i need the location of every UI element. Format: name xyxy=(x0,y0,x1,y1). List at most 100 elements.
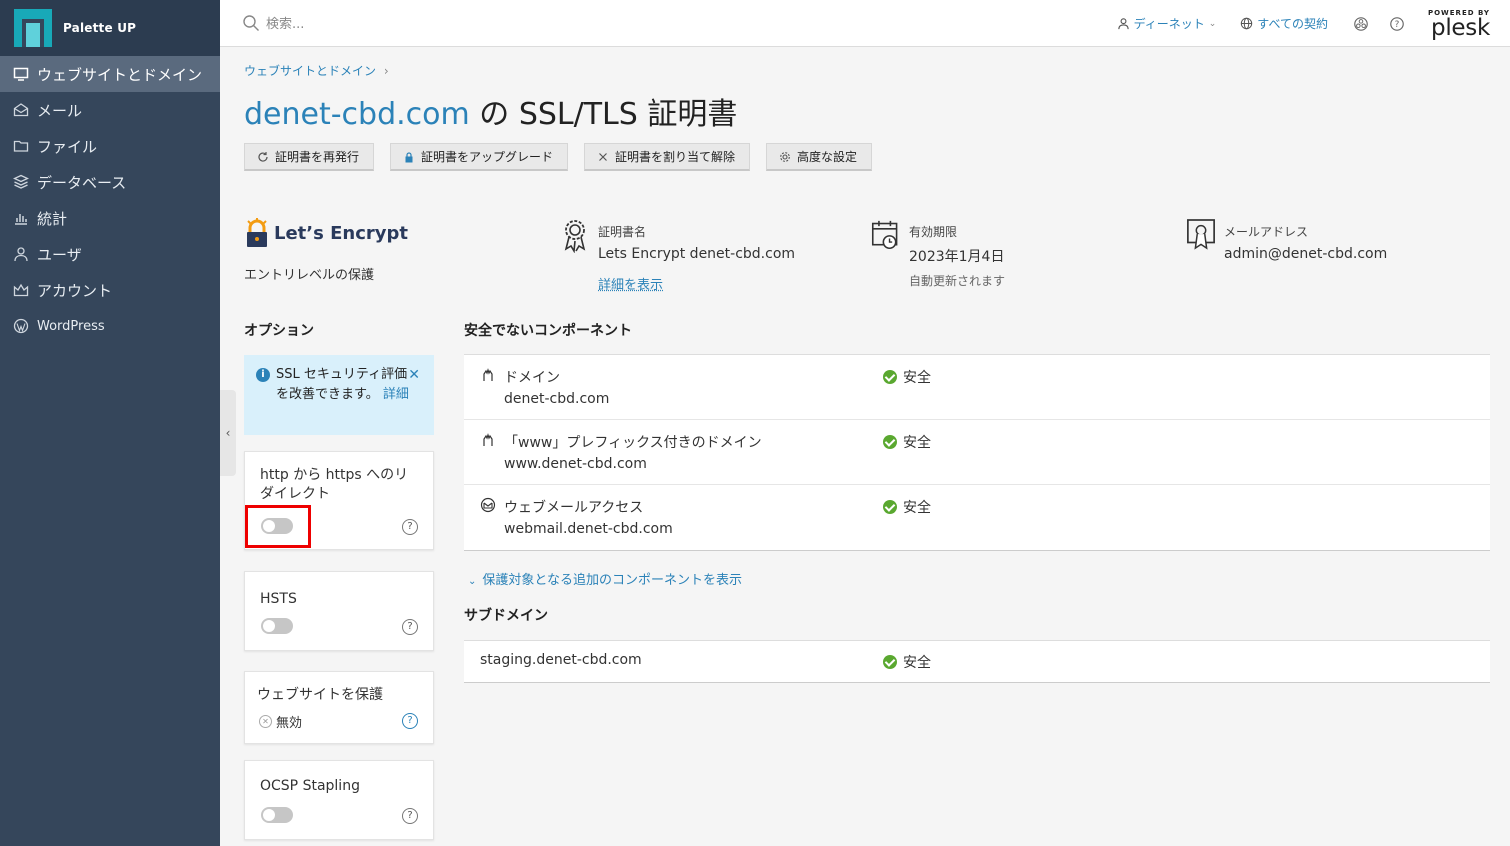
sidebar-item-files[interactable]: ファイル xyxy=(0,128,220,164)
sidebar-item-label: ウェブサイトとドメイン xyxy=(37,65,203,84)
component-name: 「www」プレフィックス付きのドメイン xyxy=(504,435,762,451)
lets-encrypt-lock-icon xyxy=(247,218,267,247)
cert-name-block: 証明書名 Lets Encrypt denet-cbd.com 詳細を表示 xyxy=(560,217,795,293)
account-icon xyxy=(12,282,29,299)
protect-website-status: ✕ 無効 xyxy=(259,712,302,731)
sidebar-item-label: データベース xyxy=(37,173,127,192)
hsts-toggle[interactable] xyxy=(261,618,293,634)
component-host: denet-cbd.com xyxy=(504,391,610,407)
alert-details-link[interactable]: 詳細 xyxy=(383,387,409,402)
chevron-down-icon: ⌄ xyxy=(468,576,477,587)
provider-level: エントリレベルの保護 xyxy=(244,268,375,283)
breadcrumb[interactable]: ウェブサイトとドメイン › xyxy=(244,62,389,79)
certificate-document-icon xyxy=(1186,217,1216,253)
ocsp-toggle[interactable] xyxy=(261,807,293,823)
sidebar-item-label: メール xyxy=(37,101,83,120)
ssl-rating-alert: i SSL セキュリティ評価を改善できます。 詳細 ✕ xyxy=(244,355,434,435)
show-details-link[interactable]: 詳細を表示 xyxy=(598,274,795,293)
brand-name: Palette UP xyxy=(63,21,137,35)
page-title: denet-cbd.com の SSL/TLS 証明書 xyxy=(244,89,737,133)
chevron-right-icon: › xyxy=(383,64,389,78)
chevron-left-icon: ‹ xyxy=(225,426,231,440)
component-name: ドメイン xyxy=(504,370,560,386)
expiry-block: 有効期限 2023年1月4日 自動更新されます xyxy=(871,217,1005,289)
sidebar-item-account[interactable]: アカウント xyxy=(0,272,220,308)
stats-icon xyxy=(12,210,29,227)
user-icon xyxy=(1117,18,1129,30)
expiry-value: 2023年1月4日 xyxy=(909,249,1005,265)
wordpress-icon xyxy=(12,318,29,335)
brand[interactable]: Palette UP xyxy=(0,0,220,56)
show-more-label: 保護対象となる追加のコンポーネントを表示 xyxy=(482,573,743,588)
certificate-info: Let’s Encrypt エントリレベルの保護 証明書名 Lets Encry… xyxy=(244,217,1494,297)
unassign-label: 証明書を割り当て解除 xyxy=(615,150,736,164)
folder-icon xyxy=(12,138,29,155)
topbar: 検索... ディーネット ⌄ すべての契約 ? POWERED BY plesk xyxy=(220,0,1510,47)
table-row: ウェブメールアクセス webmail.denet-cbd.com 安全 xyxy=(464,485,1490,550)
help-icon[interactable]: ? xyxy=(402,619,418,635)
show-more-components-link[interactable]: ⌄ 保護対象となる追加のコンポーネントを表示 xyxy=(468,569,742,588)
status-text: 安全 xyxy=(903,500,931,516)
svg-text:?: ? xyxy=(1395,20,1400,30)
help-icon[interactable]: ? xyxy=(402,713,418,729)
hsts-label: HSTS xyxy=(260,591,297,607)
sidebar-collapse-button[interactable]: ‹ xyxy=(220,390,236,476)
redirect-label: http から https へのリダイレクト xyxy=(260,467,409,502)
sidebar-item-label: ユーザ xyxy=(37,245,82,264)
unassign-certificate-button[interactable]: 証明書を割り当て解除 xyxy=(584,143,751,171)
domain-icon xyxy=(483,433,493,446)
protect-website-state: 無効 xyxy=(276,716,303,731)
subdomain-name: staging.denet-cbd.com xyxy=(480,652,642,668)
help-icon[interactable]: ? xyxy=(402,519,418,535)
page-title-domain: denet-cbd.com xyxy=(244,97,470,132)
expiry-note: 自動更新されます xyxy=(909,274,1006,288)
search-icon xyxy=(243,14,259,31)
sidebar-item-users[interactable]: ユーザ xyxy=(0,236,220,272)
status-text: 安全 xyxy=(903,655,931,671)
sidebar-item-wordpress[interactable]: WordPress xyxy=(0,308,220,344)
user-menu[interactable]: ディーネット ⌄ xyxy=(1117,15,1217,32)
status-badge: 安全 xyxy=(883,652,931,672)
status-badge: 安全 xyxy=(883,367,931,387)
sidebar-item-websites[interactable]: ウェブサイトとドメイン xyxy=(0,56,220,92)
breadcrumb-item[interactable]: ウェブサイトとドメイン xyxy=(244,64,376,78)
search-input[interactable]: 検索... xyxy=(266,13,304,32)
webmail-icon xyxy=(480,497,496,513)
advanced-label: 高度な設定 xyxy=(797,150,858,164)
lets-encrypt-logo: Let’s Encrypt xyxy=(244,217,408,249)
status-badge: 安全 xyxy=(883,432,931,452)
reissue-certificate-button[interactable]: 証明書を再発行 xyxy=(244,143,375,171)
sidebar-item-databases[interactable]: データベース xyxy=(0,164,220,200)
component-name: ウェブメールアクセス xyxy=(504,500,644,516)
cert-name-value: Lets Encrypt denet-cbd.com xyxy=(598,246,796,262)
help-icon[interactable]: ? xyxy=(1388,15,1406,33)
sidebar-item-label: WordPress xyxy=(37,318,105,334)
upgrade-certificate-button[interactable]: 証明書をアップグレード xyxy=(390,143,569,171)
check-circle-icon xyxy=(883,370,897,384)
calendar-clock-icon xyxy=(871,217,901,253)
close-icon[interactable]: ✕ xyxy=(408,365,420,385)
check-circle-icon xyxy=(883,435,897,449)
globe-icon xyxy=(1241,17,1253,30)
status-text: 安全 xyxy=(903,435,931,451)
component-host: www.denet-cbd.com xyxy=(504,456,647,472)
refresh-icon xyxy=(257,151,269,163)
subscriptions-link[interactable]: すべての契約 xyxy=(1240,15,1328,32)
sidebar-item-stats[interactable]: 統計 xyxy=(0,200,220,236)
components-table: ドメイン denet-cbd.com 安全 「www」プレフィックス付きのドメイ… xyxy=(464,354,1490,551)
search-box[interactable]: 検索... xyxy=(242,13,304,32)
domain-icon xyxy=(483,368,493,381)
protect-website-label: ウェブサイトを保護 xyxy=(257,687,383,703)
extensions-icon[interactable] xyxy=(1352,15,1370,33)
sidebar-item-label: ファイル xyxy=(37,137,98,156)
chevron-down-icon: ⌄ xyxy=(1208,18,1217,29)
sidebar-item-mail[interactable]: メール xyxy=(0,92,220,128)
lock-icon xyxy=(403,151,415,163)
mail-icon xyxy=(12,102,29,119)
hsts-option-card: HSTS ? xyxy=(244,571,434,651)
sidebar-item-label: 統計 xyxy=(37,209,68,228)
help-icon[interactable]: ? xyxy=(402,808,418,824)
advanced-settings-button[interactable]: 高度な設定 xyxy=(766,143,873,171)
disabled-icon: ✕ xyxy=(259,715,272,728)
toolbar: 証明書を再発行 証明書をアップグレード 証明書を割り当て解除 高度な設定 xyxy=(244,143,888,171)
